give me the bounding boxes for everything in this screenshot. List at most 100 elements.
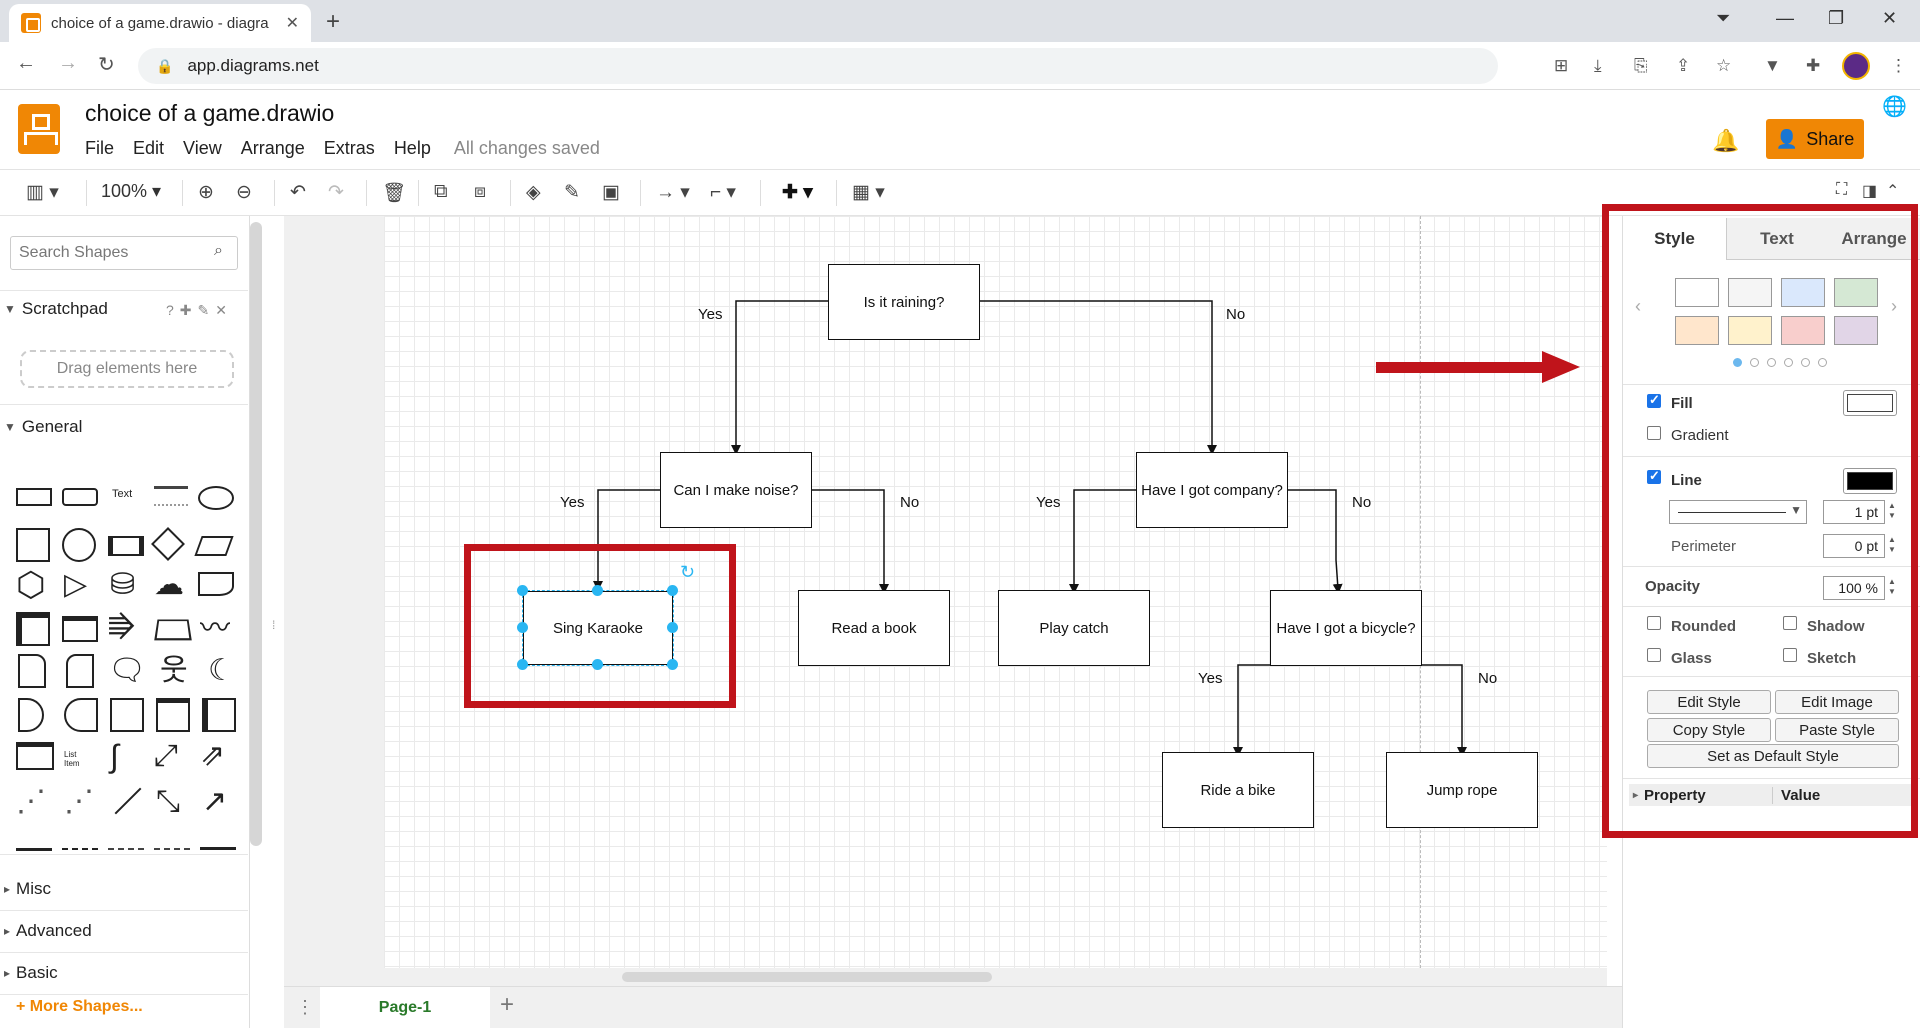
shape-curve[interactable]: ∫ <box>110 738 119 774</box>
waypoints-icon[interactable]: ⌐ ▾ <box>710 181 736 204</box>
shadow-icon[interactable]: ▣ <box>602 181 620 204</box>
shape-actor[interactable]: 웃 <box>160 654 188 688</box>
profile-dropdown-icon[interactable]: ⏷ <box>1716 8 1730 29</box>
undo-icon[interactable]: ↶ <box>290 181 306 204</box>
shape-callout[interactable]: 🗨 <box>108 654 146 688</box>
search-shapes-input[interactable] <box>10 236 238 270</box>
zoom-level-dropdown[interactable]: 100% ▾ <box>101 181 161 202</box>
node-read-a-book[interactable]: Read a book <box>798 590 950 666</box>
shape-text[interactable]: Text <box>112 488 132 500</box>
scratchpad-actions-icon[interactable]: ?✚✎✕ <box>166 302 233 319</box>
basic-header[interactable]: ▸ Basic <box>0 956 240 990</box>
document-title[interactable]: choice of a game.drawio <box>85 100 334 127</box>
shape-frame[interactable] <box>110 698 144 732</box>
close-tab-icon[interactable]: ✕ <box>286 13 299 33</box>
shape-swimlane[interactable] <box>202 698 236 732</box>
pages-menu-icon[interactable]: ⋮ <box>296 997 314 1018</box>
to-back-icon[interactable]: ⧈ <box>474 181 486 203</box>
node-can-i-make-noise[interactable]: Can I make noise? <box>660 452 812 528</box>
shape-bidirectional-arrow[interactable]: ⤢ <box>154 738 178 774</box>
extension-funnel-icon[interactable]: ▼ <box>1764 56 1781 76</box>
notification-bell-icon[interactable]: 🔔 <box>1712 128 1739 154</box>
menu-arrange[interactable]: Arrange <box>241 138 305 159</box>
add-page-icon[interactable]: + <box>500 991 514 1019</box>
shape-link[interactable] <box>16 848 52 851</box>
close-window-icon[interactable]: ✕ <box>1882 8 1897 29</box>
shape-tape[interactable]: 〰 <box>200 612 230 646</box>
misc-header[interactable]: ▸ Misc <box>0 872 240 906</box>
node-is-it-raining[interactable]: Is it raining? <box>828 264 980 340</box>
shape-delay[interactable] <box>18 698 44 732</box>
qr-code-icon[interactable]: ⊞ <box>1554 56 1568 76</box>
forward-icon[interactable]: → <box>58 52 78 75</box>
shape-internal-storage[interactable] <box>16 612 50 646</box>
new-tab-icon[interactable]: + <box>326 8 340 36</box>
node-play-catch[interactable]: Play catch <box>998 590 1150 666</box>
share-button[interactable]: 👤 Share <box>1766 119 1864 159</box>
shape-ellipse[interactable] <box>198 486 234 510</box>
insert-plus-icon[interactable]: ✚ ▾ <box>782 181 813 204</box>
shape-line[interactable] <box>114 787 142 815</box>
save-status[interactable]: All changes saved <box>454 138 600 159</box>
connection-style-icon[interactable]: → ▾ <box>656 181 690 204</box>
general-header[interactable]: ▼ General <box>0 410 240 444</box>
shape-document[interactable] <box>198 572 234 596</box>
node-ride-a-bike[interactable]: Ride a bike <box>1162 752 1314 828</box>
shape-note[interactable] <box>18 654 46 688</box>
shape-diamond[interactable] <box>151 527 185 561</box>
shape-dashed-link[interactable] <box>108 848 144 850</box>
search-icon[interactable]: ⌕ <box>214 242 223 260</box>
shape-display[interactable] <box>64 698 98 732</box>
share-page-icon[interactable]: ⇪ <box>1676 56 1690 76</box>
sidebar-scrollbar[interactable] <box>250 222 262 846</box>
shape-circle[interactable] <box>62 528 96 562</box>
shape-square[interactable] <box>16 528 50 562</box>
shape-cylinder[interactable]: ⛁ <box>110 568 135 602</box>
scratchpad-drop-zone[interactable]: Drag elements here <box>20 350 234 388</box>
shape-bidirectional-connector[interactable]: ⤡ <box>156 784 180 820</box>
shape-connector-with-label[interactable] <box>200 847 236 850</box>
menu-extras[interactable]: Extras <box>324 138 375 159</box>
zoom-in-icon[interactable]: ⊕ <box>198 181 214 204</box>
shape-rectangle[interactable] <box>16 488 52 506</box>
shape-triangle[interactable]: ▷ <box>64 568 87 602</box>
canvas-horizontal-scrollbar[interactable] <box>622 972 992 982</box>
translate-icon[interactable]: ⎘ <box>1634 56 1648 76</box>
to-front-icon[interactable]: ⧉ <box>434 181 448 203</box>
browser-tab[interactable]: choice of a game.drawio - diagra ✕ <box>9 4 311 42</box>
shape-arrow[interactable]: ⇗ <box>200 738 225 774</box>
menu-file[interactable]: File <box>85 138 114 159</box>
shape-dotted-line[interactable]: ⋰ <box>64 784 94 820</box>
zoom-out-icon[interactable]: ⊖ <box>236 181 252 204</box>
shape-cloud[interactable]: ☁ <box>154 568 184 602</box>
shape-hexagon[interactable]: ⬡ <box>16 568 46 602</box>
sidebar-resize-handle[interactable]: ⁞ <box>272 618 275 632</box>
shape-dashed-connector[interactable] <box>154 848 190 850</box>
toggle-format-icon[interactable]: ◨ <box>1862 181 1877 201</box>
shape-or[interactable]: ☾ <box>208 654 235 688</box>
shape-dashed-line[interactable]: ⋰ <box>16 784 46 820</box>
profile-avatar[interactable] <box>1842 52 1870 80</box>
format-panel-toggle-icon[interactable]: ▥ ▾ <box>26 181 59 204</box>
fill-color-icon[interactable]: ◈ <box>526 181 541 204</box>
shape-list-item[interactable]: List Item <box>64 750 80 768</box>
shape-container[interactable] <box>156 698 190 732</box>
shape-cube[interactable] <box>62 616 98 642</box>
drawio-logo-icon[interactable] <box>18 104 60 154</box>
menu-edit[interactable]: Edit <box>133 138 164 159</box>
shape-dashed-arrow[interactable] <box>62 848 98 850</box>
shape-textbox[interactable] <box>154 486 188 506</box>
bookmark-star-icon[interactable]: ☆ <box>1716 56 1731 76</box>
table-icon[interactable]: ▦ ▾ <box>852 181 885 204</box>
advanced-header[interactable]: ▸ Advanced <box>0 914 240 948</box>
maximize-window-icon[interactable]: ❐ <box>1828 8 1844 29</box>
url-omnibox[interactable]: 🔒 app.diagrams.net <box>138 48 1498 84</box>
language-globe-icon[interactable]: 🌐 <box>1882 94 1907 119</box>
shape-process[interactable] <box>108 536 144 556</box>
menu-help[interactable]: Help <box>394 138 431 159</box>
fullscreen-icon[interactable]: ⛶ <box>1836 181 1847 199</box>
shape-step[interactable]: ⭆ <box>108 612 135 646</box>
menu-view[interactable]: View <box>183 138 222 159</box>
shape-rounded-rectangle[interactable] <box>62 488 98 506</box>
node-have-i-got-company[interactable]: Have I got company? <box>1136 452 1288 528</box>
